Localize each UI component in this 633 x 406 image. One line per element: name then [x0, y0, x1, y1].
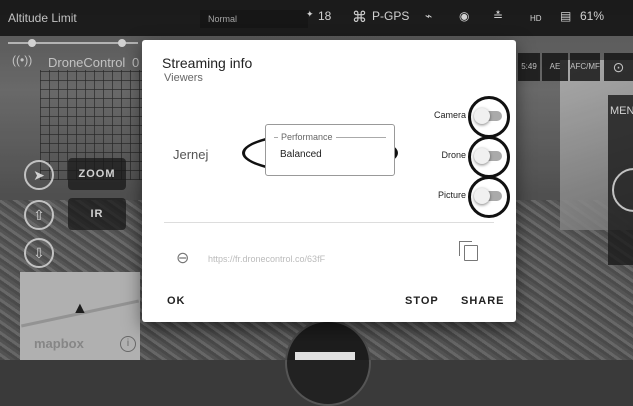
stop-button[interactable]: STOP: [405, 295, 439, 307]
picture-toggle-label: Picture: [437, 190, 466, 200]
camera-toggle-row: Camera: [404, 94, 514, 138]
copy-icon[interactable]: [459, 241, 478, 261]
performance-value: Balanced: [280, 149, 322, 160]
performance-select-wrapper: Performance Balanced: [242, 124, 398, 180]
stream-link[interactable]: https://fr.dronecontrol.co/63fF: [208, 254, 325, 264]
picture-toggle-thumb[interactable]: [474, 188, 490, 204]
drone-toggle-thumb[interactable]: [474, 148, 490, 164]
share-button[interactable]: SHARE: [461, 295, 505, 307]
camera-toggle-label: Camera: [433, 110, 466, 120]
drone-toggle-row: Drone: [404, 134, 514, 178]
viewer-name: Jernej: [173, 147, 209, 162]
viewers-heading: Viewers: [164, 72, 203, 84]
link-icon: ⊖: [176, 250, 190, 267]
ok-button[interactable]: OK: [167, 295, 186, 307]
picture-toggle-row: Picture: [404, 174, 514, 218]
performance-select[interactable]: Performance Balanced: [265, 124, 395, 176]
dialog-divider: [164, 222, 494, 223]
drone-toggle-label: Drone: [441, 150, 466, 160]
dialog-title: Streaming info: [162, 55, 253, 71]
camera-toggle-thumb[interactable]: [474, 108, 490, 124]
streaming-info-dialog: Streaming info Viewers Jernej Performanc…: [142, 40, 516, 322]
performance-legend: Performance: [278, 132, 336, 142]
